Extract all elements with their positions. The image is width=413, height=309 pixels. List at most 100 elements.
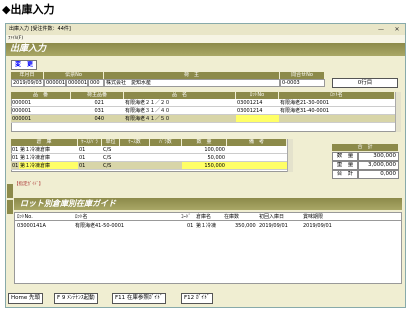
menu-file[interactable]: ﾌｧｲﾙ(F) (8, 36, 23, 41)
home-key-button[interactable]: Home 先頭 (8, 293, 44, 304)
app-title: 出庫入力 (6, 43, 405, 56)
minimize-button[interactable]: — (375, 24, 387, 35)
stock-kind: 01 (78, 162, 102, 170)
app-window: 出庫入力 [受注件数：44件] — ✕ ﾌｧｲﾙ(F) 出庫入力 変 更 年月日… (5, 23, 406, 308)
stock-wh-no: 01 (11, 163, 19, 170)
fkey-code: F11 (115, 295, 126, 301)
stock-header-qty: 数 量 (182, 139, 227, 146)
detail-lotname: 有限海老21-30-0001 (279, 99, 395, 107)
date-field[interactable]: 2019/09/03 (11, 79, 44, 87)
detail-header-sub: 荷主品番 (71, 92, 124, 99)
guide-header-lotname: ﾛｯﾄ名 (75, 214, 88, 220)
company-no-label: 伝票No (44, 72, 104, 79)
shipper-field[interactable]: 株式会社 愛知水産 (104, 79, 280, 87)
stock-cases (120, 146, 182, 154)
detail-header-name: 品 名 (124, 92, 236, 99)
detail-code: 000001 (11, 99, 71, 107)
ask-no-label: 問合せNo (280, 72, 325, 79)
f9-maintenance-button[interactable]: F 9 ﾒﾝﾃﾅﾝｽ起動 (54, 293, 98, 304)
guide-lotname: 有限海老41-50-0001 (75, 223, 125, 229)
stock-scrollbar[interactable] (287, 139, 293, 172)
detail-header-code: 品 番 (11, 92, 71, 99)
stock-kind: 01 (78, 146, 102, 154)
guide-code: 01 (187, 223, 194, 229)
stock-unit: C/S (102, 146, 120, 154)
guide-header-expiry: 賞味期限 (303, 214, 324, 220)
table-row[interactable]: 01 第１冷凍倉庫 01 C/S 50,000 (11, 154, 287, 162)
amount-total: 0,000 (358, 170, 399, 179)
stock-header-wh: 倉 庫 (11, 139, 78, 146)
detail-lotname (279, 115, 395, 123)
company-no-field-2[interactable]: 000001 (66, 79, 88, 87)
f12-guide-button[interactable]: F12 ｶﾞｲﾄﾞ (181, 293, 213, 304)
table-row-selected[interactable]: 000001 040 有限海老４１／５０ (11, 115, 395, 123)
detail-lot: 03001214 (236, 99, 279, 107)
date-label: 年月日 (11, 72, 44, 79)
window-title: 出庫入力 [受注件数：44件] (9, 26, 71, 32)
row-indicator-button[interactable]: 0行目 (332, 78, 398, 88)
detail-code: 000001 (11, 107, 71, 115)
f11-stock-guide-button[interactable]: F11 在庫参照ｶﾞｲﾄﾞ (112, 293, 166, 304)
fkey-label: ﾒﾝﾃﾅﾝｽ起動 (67, 295, 95, 301)
detail-lot[interactable] (236, 115, 279, 123)
company-no-field-3[interactable]: 000 (88, 79, 104, 87)
stock-unit: C/S (102, 162, 120, 170)
guide-header-stock: 在庫数 (224, 214, 240, 220)
stock-note[interactable] (227, 162, 287, 170)
fkey-label: 先頭 (29, 295, 41, 301)
stock-unit: C/S (102, 154, 120, 162)
guide-header-first: 初回入庫日 (259, 214, 285, 220)
stock-header-unit: 単位 (102, 139, 120, 146)
detail-name: 有限海老２１／２０ (124, 99, 236, 107)
table-row[interactable]: 000001 021 有限海老２１／２０ 03001214 有限海老21-30-… (11, 99, 395, 107)
guide-header-row: ﾛｯﾄNo. ﾛｯﾄ名 ｺｰﾄﾞ 倉庫名 在庫数 初回入庫日 賞味期限 (15, 213, 401, 221)
stock-qty[interactable]: 150,000 (182, 162, 227, 170)
qty-label: 数 量 (332, 152, 358, 161)
table-row-selected[interactable]: 01 第１冷凍倉庫 01 C/S 150,000 (11, 162, 287, 170)
detail-sub: 040 (71, 115, 124, 123)
stock-wh-no: 01 (11, 155, 19, 162)
stock-header-loose: ﾊﾞﾗ数 (150, 139, 182, 146)
side-tab-1[interactable] (7, 184, 13, 198)
guide-stock: 350,000 (235, 223, 256, 229)
stock-wh-no: 01 (11, 147, 19, 154)
detail-scrollbar[interactable] (395, 92, 401, 132)
qty-total: 300,000 (358, 152, 399, 161)
totals-header: 合 計 (332, 144, 399, 151)
table-row[interactable]: 000001 031 有限海老３１／４０ 03001214 有限海老31-40-… (11, 107, 395, 115)
ask-no-field[interactable]: 0-0003 (280, 79, 325, 87)
detail-header-lotname: ﾛｯﾄ名 (279, 92, 395, 99)
guide-hint: 【指定ｶﾞｲﾄﾞ】 (14, 182, 44, 187)
weight-total: 3,000,000 (358, 161, 399, 170)
fkey-code: F12 (184, 295, 195, 301)
close-button[interactable]: ✕ (391, 24, 403, 35)
stock-qty: 100,000 (182, 146, 227, 154)
stock-wh: 第１冷凍倉庫 (19, 146, 78, 154)
amount-label: 合 計 (332, 170, 358, 179)
detail-lotname: 有限海老31-40-0001 (279, 107, 395, 115)
stock-note (227, 146, 287, 154)
change-button[interactable]: 変 更 (11, 60, 37, 70)
stock-wh: 第１冷凍倉庫 (19, 154, 78, 162)
stock-cases (120, 154, 182, 162)
detail-lot: 03001214 (236, 107, 279, 115)
detail-sub: 021 (71, 99, 124, 107)
company-no-field-1[interactable]: 000001 (44, 79, 66, 87)
weight-label: 重 量 (332, 161, 358, 170)
stock-header-note: 備 考 (227, 139, 287, 146)
detail-code: 000001 (11, 115, 71, 123)
guide-header-lot: ﾛｯﾄNo. (17, 214, 33, 220)
table-row[interactable]: 03000141A 有限海老41-50-0001 01 第１冷凍 350,000… (15, 222, 401, 230)
fkey-code: Home (11, 295, 28, 301)
fkey-code: F 9 (57, 295, 66, 301)
detail-name: 有限海老４１／５０ (124, 115, 236, 123)
menu-bar: ﾌｧｲﾙ(F) (6, 35, 405, 43)
guide-title: ロット別倉庫別在庫ガイド (14, 198, 402, 210)
guide-lot: 03000141A (17, 223, 46, 229)
table-row[interactable]: 01 第１冷凍倉庫 01 C/S 100,000 (11, 146, 287, 154)
stock-cases (120, 162, 182, 170)
stock-wh[interactable]: 第１冷凍倉庫 (19, 162, 78, 170)
stock-header-kind: ｹｰｽ/ﾊﾞﾗ (78, 139, 102, 146)
side-tab-2[interactable] (7, 200, 13, 214)
guide-wh: 第１冷凍 (196, 223, 217, 229)
